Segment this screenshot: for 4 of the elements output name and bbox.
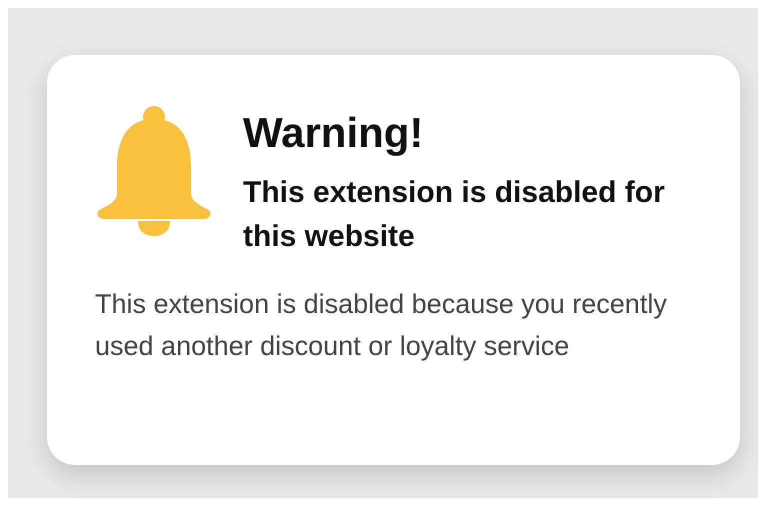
warning-title: Warning! <box>243 108 424 158</box>
bell-icon <box>95 105 213 237</box>
warning-message: This extension is disabled because you recently used another discount or loyalty service <box>95 288 668 363</box>
warning-subtitle: This extension is disabled for this website <box>243 175 666 255</box>
